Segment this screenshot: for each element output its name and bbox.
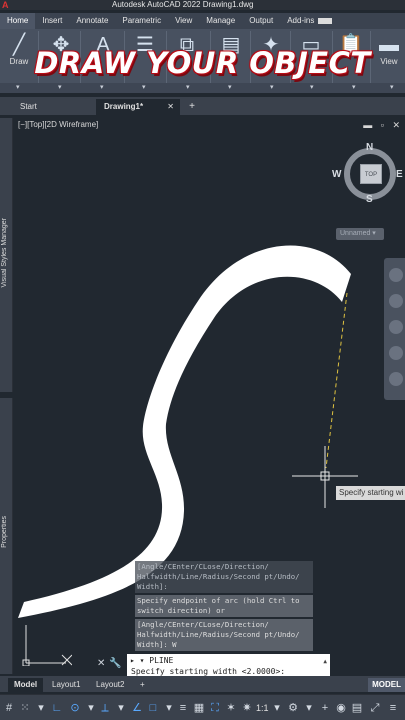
- command-line-tools[interactable]: ✕🔧: [97, 658, 126, 669]
- tutorial-headline: DRAW YOUR OBJECT: [34, 46, 371, 80]
- customization-menu-icon[interactable]: ≡: [386, 700, 400, 716]
- layout-tab-bar: Model Layout1 Layout2 + MODEL: [0, 676, 405, 692]
- customize-wrench-icon[interactable]: 🔧: [109, 658, 125, 669]
- graphics-performance-icon[interactable]: ▤: [350, 700, 364, 716]
- dynamic-input-tooltip: Specify starting wi: [336, 486, 405, 500]
- annotation-scale[interactable]: 1:1: [256, 700, 269, 716]
- viewcube-east[interactable]: E: [396, 169, 403, 180]
- isolate-objects-icon[interactable]: ◉: [334, 700, 348, 716]
- auto-scale-icon[interactable]: ✷: [240, 700, 254, 716]
- command-history-line: [Angle/CEnter/CLose/Direction/ Halfwidth…: [135, 561, 313, 593]
- ribbon-tab-manage[interactable]: Manage: [199, 13, 242, 29]
- ucs-icon: [22, 625, 72, 666]
- command-name: PLINE: [149, 656, 174, 665]
- zoom-icon[interactable]: [389, 320, 403, 334]
- document-tab-bar: Start Drawing1* ✕ +: [0, 97, 405, 115]
- autocad-logo-icon[interactable]: A: [2, 0, 14, 10]
- ribbon-tab-bar: Home Insert Annotate Parametric View Man…: [0, 13, 405, 29]
- polar-tracking-icon[interactable]: ⊙: [68, 700, 82, 716]
- navigation-bar[interactable]: [384, 258, 405, 400]
- ucs-dropdown[interactable]: Unnamed ▾: [336, 228, 384, 240]
- workspace-dropdown-icon[interactable]: ▾: [302, 700, 316, 716]
- properties-label: Properties: [1, 516, 8, 548]
- object-snap-icon[interactable]: □: [146, 700, 160, 716]
- annotation-scale-dropdown-icon[interactable]: ▾: [270, 700, 284, 716]
- layers-panel-dropdown-icon[interactable]: ▾: [142, 83, 146, 93]
- ribbon-tab-view[interactable]: View: [168, 13, 199, 29]
- ribbon-panel-dropdown-row: ▾ ▾ ▾ ▾ ▾ ▾ ▾ ▾ ▾ ▾: [0, 83, 405, 93]
- polar-dropdown-icon[interactable]: ▾: [84, 700, 98, 716]
- grid-icon[interactable]: #: [2, 700, 16, 716]
- draw-panel-dropdown-icon[interactable]: ▾: [16, 83, 20, 93]
- block-panel-dropdown-icon[interactable]: ▾: [186, 83, 190, 93]
- visual-styles-label: Visual Styles Manager: [1, 218, 8, 288]
- isodraft-dropdown-icon[interactable]: ▾: [114, 700, 128, 716]
- title-bar: A Autodesk AutoCAD 2022 Drawing1.dwg: [0, 0, 405, 10]
- annotation-panel-dropdown-icon[interactable]: ▾: [100, 83, 104, 93]
- snap-icon[interactable]: ⁙: [18, 700, 32, 716]
- utilities-panel-dropdown-icon[interactable]: ▾: [310, 83, 314, 93]
- viewcube[interactable]: TOP N S W E: [332, 142, 403, 206]
- ribbon-tab-insert[interactable]: Insert: [35, 13, 69, 29]
- clean-screen-icon[interactable]: ⤢: [368, 700, 382, 716]
- model-space-badge[interactable]: MODEL: [368, 678, 405, 692]
- object-snap-dropdown-icon[interactable]: ▾: [162, 700, 176, 716]
- close-tab-icon[interactable]: ✕: [167, 99, 174, 115]
- command-line[interactable]: ▸ ▾ PLINE Specify starting width <2.0000…: [127, 654, 330, 678]
- command-history-line: Specify endpoint of arc (hold Ctrl to sw…: [135, 595, 313, 617]
- orbit-icon[interactable]: [389, 346, 403, 360]
- properties-palette[interactable]: Properties: [0, 398, 13, 674]
- workspace-gear-icon[interactable]: ⚙: [286, 700, 300, 716]
- ribbon-tab-home[interactable]: Home: [0, 13, 36, 29]
- add-layout-button[interactable]: +: [134, 678, 151, 692]
- ribbon-tab-annotate[interactable]: Annotate: [69, 13, 115, 29]
- tracking-line: [325, 292, 348, 469]
- customize-status-icon[interactable]: ▾: [34, 700, 48, 716]
- new-tab-button[interactable]: +: [186, 99, 198, 115]
- clipboard-panel-dropdown-icon[interactable]: ▾: [352, 83, 356, 93]
- layout-tab-layout2[interactable]: Layout2: [90, 678, 130, 692]
- annotation-monitor-icon[interactable]: +: [318, 700, 332, 716]
- viewcube-north[interactable]: N: [366, 142, 373, 153]
- ribbon-tab-output[interactable]: Output: [242, 13, 280, 29]
- viewcube-south[interactable]: S: [366, 194, 373, 205]
- viewcube-west[interactable]: W: [332, 169, 341, 180]
- steering-wheel-icon[interactable]: [389, 268, 403, 282]
- status-bar: # ⁙ ▾ ∟ ⊙ ▾ ⟂ ▾ ∠ □ ▾ ≡ ▦ ⛶ ✶ ✷ 1:1 ▾ ⚙ …: [0, 694, 405, 720]
- command-prompt[interactable]: Specify starting width <2.0000>:: [131, 667, 285, 676]
- command-history-line: [Angle/CEnter/CLose/Direction/ Halfwidth…: [135, 619, 313, 651]
- doc-tab-drawing1-label: Drawing1*: [104, 102, 144, 111]
- command-history-scroll-icon[interactable]: ▲: [323, 658, 327, 665]
- annotation-visibility-icon[interactable]: ✶: [224, 700, 238, 716]
- doc-tab-drawing1[interactable]: Drawing1* ✕: [96, 99, 180, 115]
- viewcube-top-face[interactable]: TOP: [360, 164, 382, 184]
- modify-panel-dropdown-icon[interactable]: ▾: [58, 83, 62, 93]
- object-snap-tracking-icon[interactable]: ∠: [130, 700, 144, 716]
- transparency-icon[interactable]: ▦: [192, 700, 206, 716]
- layout-tab-layout1[interactable]: Layout1: [46, 678, 86, 692]
- groups-panel-dropdown-icon[interactable]: ▾: [270, 83, 274, 93]
- command-recent-icon[interactable]: ▸ ▾: [130, 656, 144, 665]
- view-panel-dropdown-icon[interactable]: ▾: [390, 83, 394, 93]
- drawing-canvas[interactable]: [−][Top][2D Wireframe] ▬ ▫ ✕ TOP N S W E…: [14, 116, 405, 676]
- showmotion-icon[interactable]: [389, 372, 403, 386]
- pan-icon[interactable]: [389, 294, 403, 308]
- ortho-icon[interactable]: ∟: [50, 700, 64, 716]
- selection-cycling-icon[interactable]: ⛶: [208, 700, 222, 716]
- lineweight-icon[interactable]: ≡: [176, 700, 190, 716]
- window-title: Autodesk AutoCAD 2022 Drawing1.dwg: [112, 0, 254, 9]
- close-command-icon[interactable]: ✕: [97, 658, 109, 669]
- isodraft-icon[interactable]: ⟂: [98, 700, 112, 716]
- command-line-current: ▸ ▾ PLINE: [130, 656, 173, 665]
- ribbon-tab-parametric[interactable]: Parametric: [115, 13, 168, 29]
- layout-tab-model[interactable]: Model: [8, 678, 44, 692]
- properties-panel-dropdown-icon[interactable]: ▾: [228, 83, 232, 93]
- ribbon-overflow-icon[interactable]: [318, 17, 333, 24]
- doc-tab-start[interactable]: Start: [14, 99, 94, 115]
- ribbon-tab-addins[interactable]: Add-ins: [280, 13, 339, 29]
- visual-styles-palette[interactable]: Visual Styles Manager: [0, 118, 13, 392]
- ribbon-tab-addins-label: Add-ins: [287, 16, 315, 25]
